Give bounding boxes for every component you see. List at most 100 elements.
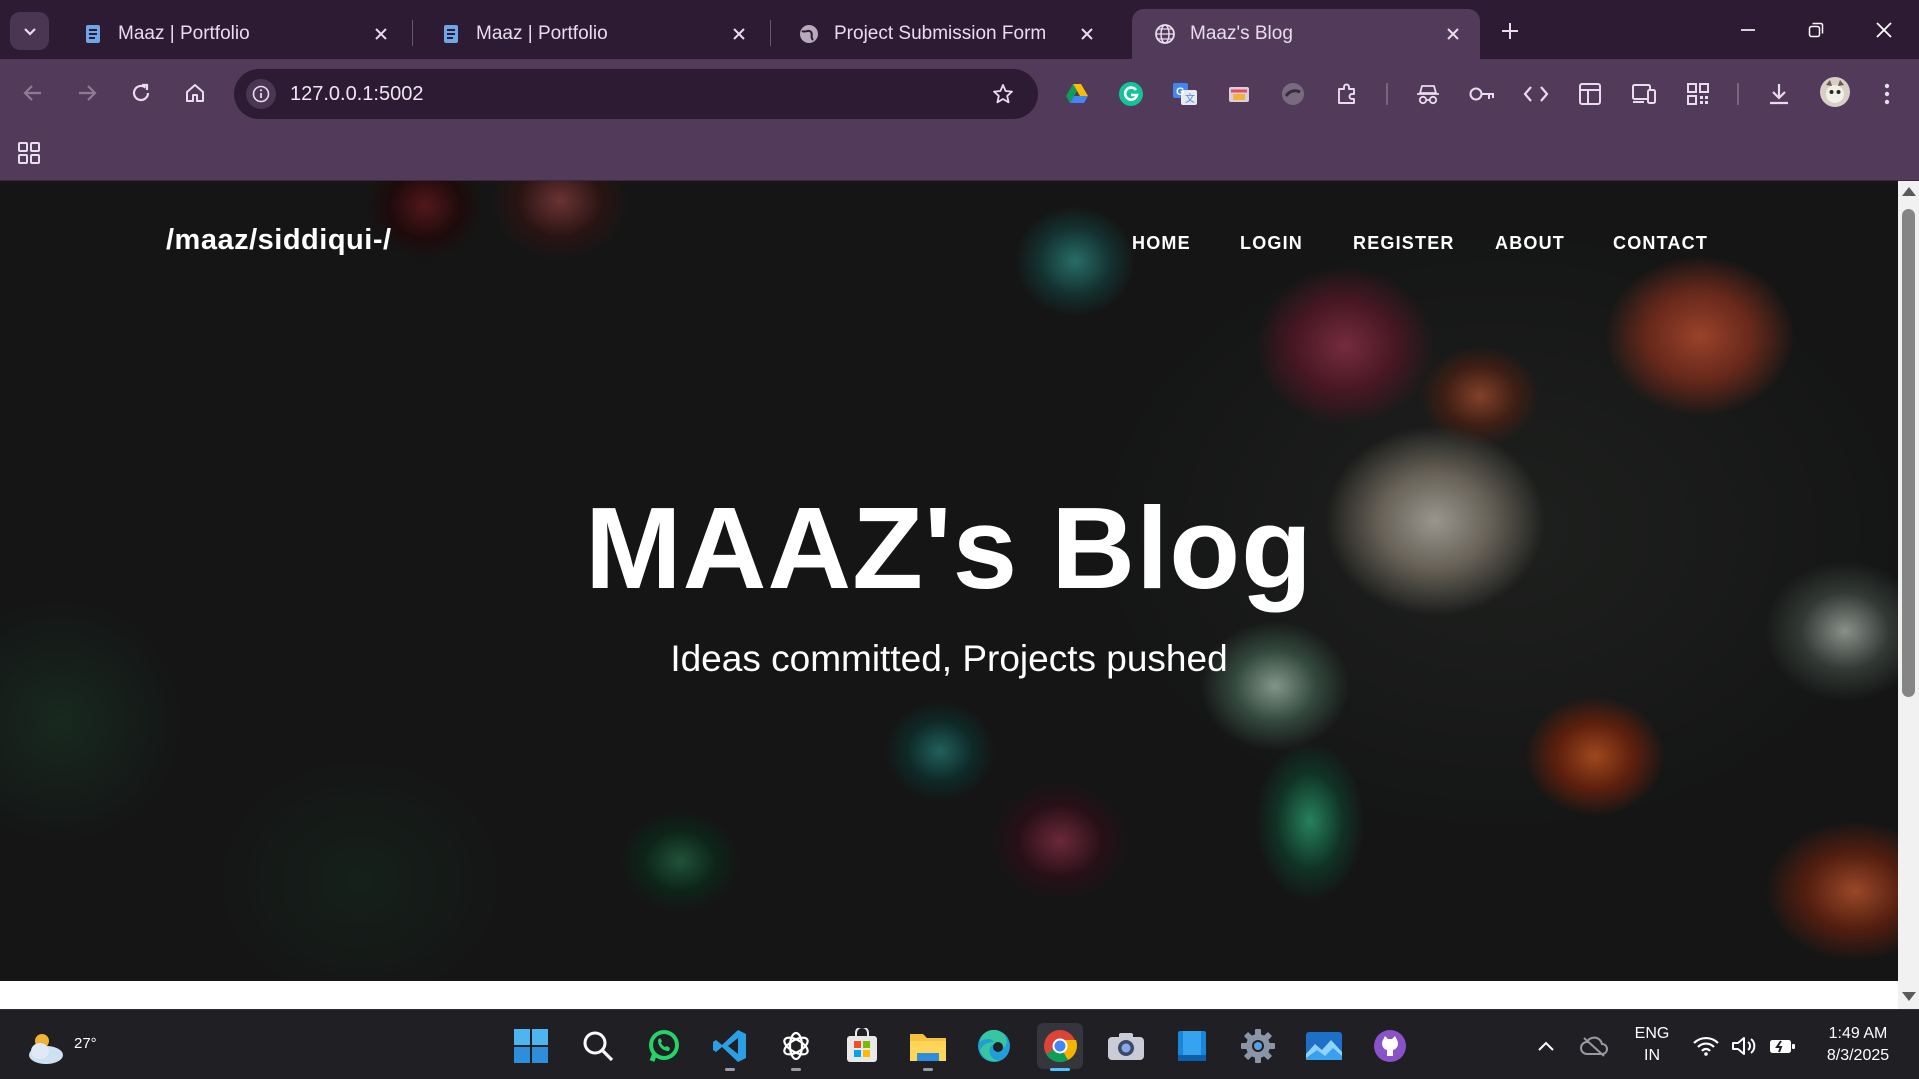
back-button[interactable] <box>16 76 50 110</box>
toolbar-separator <box>1737 83 1739 105</box>
plus-icon <box>1502 23 1518 39</box>
restore-button[interactable] <box>1796 12 1836 48</box>
close-icon <box>1876 22 1892 38</box>
google-drive-icon[interactable] <box>1062 79 1092 109</box>
file-explorer-icon[interactable] <box>905 1023 951 1071</box>
tab-search-button[interactable] <box>10 12 49 50</box>
tab-strip: Maaz | Portfolio Maaz | Portfolio Projec… <box>0 0 1919 59</box>
scroll-down-arrow-icon[interactable] <box>1902 992 1916 1001</box>
code-icon[interactable] <box>1521 79 1551 109</box>
page-scrollbar[interactable] <box>1898 181 1919 1009</box>
home-button[interactable] <box>178 76 212 110</box>
battery-icon[interactable] <box>1764 1023 1800 1069</box>
forward-button[interactable] <box>70 76 104 110</box>
tab-2[interactable]: Project Submission Form <box>776 9 1114 59</box>
chatgpt-icon[interactable] <box>773 1023 819 1071</box>
tab-separator <box>412 20 413 46</box>
minimize-button[interactable] <box>1728 12 1768 48</box>
url-text[interactable]: 127.0.0.1:5002 <box>290 83 988 106</box>
vscode-icon[interactable] <box>707 1023 753 1071</box>
devices-icon[interactable] <box>1629 79 1659 109</box>
active-app-indicator <box>1050 1068 1070 1071</box>
camera-icon[interactable] <box>1103 1023 1149 1069</box>
weather-cloud-icon <box>29 1034 63 1064</box>
onedrive-offline-icon[interactable] <box>1572 1023 1616 1069</box>
edge-icon[interactable] <box>971 1023 1017 1069</box>
incognito-icon[interactable] <box>1413 79 1443 109</box>
reload-button[interactable] <box>124 76 158 110</box>
close-window-button[interactable] <box>1864 12 1904 48</box>
notes-icon[interactable] <box>1169 1023 1215 1069</box>
arrow-left-icon <box>23 85 41 101</box>
password-key-icon[interactable] <box>1467 79 1497 109</box>
browser-toolbar: 127.0.0.1:5002 G文 <box>0 59 1919 126</box>
close-icon[interactable] <box>726 21 752 47</box>
wifi-icon[interactable] <box>1688 1023 1724 1069</box>
nav-home[interactable]: HOME <box>1132 233 1191 254</box>
layout-icon[interactable] <box>1575 79 1605 109</box>
bookmark-star-icon[interactable] <box>988 79 1018 109</box>
address-bar[interactable]: 127.0.0.1:5002 <box>234 69 1038 119</box>
tab-1[interactable]: Maaz | Portfolio <box>418 9 766 59</box>
site-brand[interactable]: /maaz/siddiqui-/ <box>166 224 392 257</box>
page-content-below-hero <box>0 981 1898 1009</box>
profile-avatar[interactable] <box>1818 75 1852 109</box>
apps-grid-icon[interactable] <box>16 140 42 166</box>
grammarly-icon[interactable] <box>1116 79 1146 109</box>
volume-icon[interactable] <box>1726 1023 1762 1069</box>
home-icon <box>186 84 204 102</box>
weather-widget[interactable]: 27° <box>26 1023 97 1069</box>
qr-code-icon[interactable] <box>1683 79 1713 109</box>
svg-text:文: 文 <box>1185 92 1195 105</box>
more-vert-icon <box>1884 83 1890 105</box>
document-icon <box>82 23 104 45</box>
windows-taskbar: 27° ENG IN 1:49 AM 8/3/2025 <box>0 1009 1919 1079</box>
reload-icon <box>132 83 150 102</box>
chevron-down-icon <box>23 28 36 36</box>
globe-icon <box>1154 23 1176 45</box>
search-icon[interactable] <box>575 1023 621 1069</box>
new-tab-button[interactable] <box>1494 15 1526 47</box>
site-info-icon[interactable] <box>246 79 276 109</box>
google-translate-icon[interactable]: G文 <box>1170 79 1200 109</box>
screenshot-icon[interactable] <box>1224 79 1254 109</box>
nav-register[interactable]: REGISTER <box>1353 233 1455 254</box>
clock-date: 8/3/2025 <box>1826 1047 1890 1064</box>
tab-0[interactable]: Maaz | Portfolio <box>60 9 408 59</box>
microsoft-store-icon[interactable] <box>839 1023 885 1069</box>
tray-overflow-chevron-icon[interactable] <box>1524 1023 1568 1069</box>
tab-title: Maaz | Portfolio <box>476 23 608 44</box>
github-icon[interactable] <box>1367 1023 1413 1069</box>
settings-icon[interactable] <box>1235 1023 1281 1069</box>
running-indicator <box>725 1068 735 1071</box>
nav-contact[interactable]: CONTACT <box>1613 233 1708 254</box>
chrome-icon[interactable] <box>1037 1023 1083 1071</box>
hero-title: MAAZ's Blog <box>584 483 1314 613</box>
language-indicator[interactable]: ENG IN <box>1627 1023 1677 1067</box>
clock[interactable]: 1:49 AM 8/3/2025 <box>1808 1023 1908 1067</box>
nav-login[interactable]: LOGIN <box>1240 233 1303 254</box>
close-icon[interactable] <box>368 21 394 47</box>
download-icon[interactable] <box>1764 79 1794 109</box>
language-region: IN <box>1644 1047 1660 1064</box>
tab-title: Maaz | Portfolio <box>118 23 250 44</box>
bookmarks-bar <box>0 126 1919 181</box>
tab-title: Project Submission Form <box>834 23 1047 44</box>
language-code: ENG <box>1634 1025 1670 1042</box>
extensions-puzzle-icon[interactable] <box>1332 79 1362 109</box>
browser-menu-button[interactable] <box>1872 79 1902 109</box>
windows-start-icon[interactable] <box>508 1023 554 1069</box>
globe-icon <box>798 23 820 45</box>
close-icon[interactable] <box>1074 21 1100 47</box>
scroll-up-arrow-icon[interactable] <box>1902 187 1916 196</box>
close-icon[interactable] <box>1440 21 1466 47</box>
running-indicator <box>923 1068 933 1071</box>
tab-title: Maaz's Blog <box>1190 23 1293 44</box>
photos-icon[interactable] <box>1301 1023 1347 1069</box>
whatsapp-icon[interactable] <box>641 1023 687 1069</box>
blocked-icon[interactable] <box>1278 79 1308 109</box>
nav-about[interactable]: ABOUT <box>1495 233 1565 254</box>
tab-3-active[interactable]: Maaz's Blog <box>1132 9 1480 59</box>
restore-icon <box>1808 22 1824 38</box>
scroll-thumb[interactable] <box>1902 209 1915 697</box>
